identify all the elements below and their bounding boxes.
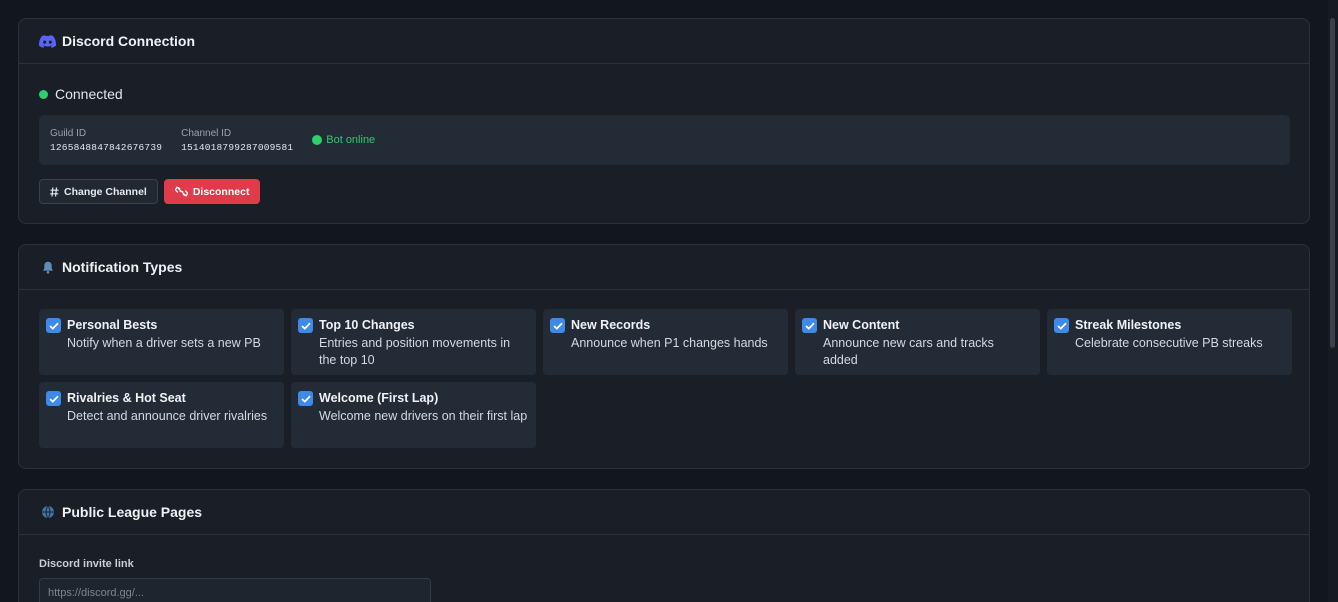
notification-type-text: Top 10 Changes Entries and position movem… bbox=[319, 317, 528, 369]
notification-type-description: Entries and position movements in the to… bbox=[319, 336, 511, 367]
notification-type-item[interactable]: Top 10 Changes Entries and position movem… bbox=[291, 309, 536, 375]
notification-type-title: New Content bbox=[823, 318, 900, 332]
settings-page: Discord Connection Connected Guild ID 12… bbox=[0, 0, 1338, 602]
notification-type-text: Rivalries & Hot Seat Detect and announce … bbox=[67, 390, 267, 425]
notification-type-text: Personal Bests Notify when a driver sets … bbox=[67, 317, 261, 352]
notification-types-title: Notification Types bbox=[62, 259, 183, 275]
disconnect-button[interactable]: Disconnect bbox=[163, 179, 261, 204]
notification-types-grid: Personal Bests Notify when a driver sets … bbox=[39, 309, 1292, 448]
notification-type-text: Streak Milestones Celebrate consecutive P… bbox=[1075, 317, 1263, 352]
status-dot-icon bbox=[39, 89, 48, 99]
discord-connection-title: Discord Connection bbox=[62, 33, 196, 49]
bot-online-dot-icon bbox=[312, 135, 323, 145]
public-league-pages-card: Public League Pages Discord invite link bbox=[18, 489, 1310, 602]
notification-type-item[interactable]: Streak Milestones Celebrate consecutive P… bbox=[1047, 309, 1292, 375]
notification-type-description: Announce new cars and tracks added bbox=[823, 336, 994, 367]
notification-type-title: Personal Bests bbox=[67, 318, 158, 332]
notification-type-title: Rivalries & Hot Seat bbox=[67, 391, 186, 405]
channel-info: Channel ID 1514018799287009581 bbox=[181, 128, 293, 153]
notification-type-description: Notify when a driver sets a new PB bbox=[67, 336, 261, 350]
notification-type-title: New Records bbox=[571, 318, 651, 332]
notification-type-item[interactable]: Rivalries & Hot Seat Detect and announce … bbox=[39, 382, 284, 448]
notification-type-title: Streak Milestones bbox=[1075, 318, 1182, 332]
page-scrollbar-thumb[interactable] bbox=[1330, 18, 1335, 348]
guild-id-value: 1265848847842676739 bbox=[50, 141, 163, 153]
guild-id-label: Guild ID bbox=[50, 127, 87, 139]
public-league-pages-header: Public League Pages bbox=[19, 490, 1309, 535]
notification-type-item[interactable]: New Content Announce new cars and tracks … bbox=[795, 309, 1040, 375]
change-channel-label: Change Channel bbox=[64, 185, 147, 198]
checkbox-checked-icon[interactable] bbox=[802, 318, 817, 333]
disconnect-label: Disconnect bbox=[192, 185, 250, 198]
notification-type-title: Top 10 Changes bbox=[319, 318, 415, 332]
page-scrollbar[interactable] bbox=[1328, 0, 1338, 602]
notification-type-item[interactable]: Personal Bests Notify when a driver sets … bbox=[39, 309, 284, 375]
channel-id-label: Channel ID bbox=[181, 127, 232, 139]
connection-status: Connected bbox=[39, 86, 1289, 102]
discord-actions: Change Channel Disconnect bbox=[39, 179, 1289, 204]
notification-types-header: Notification Types bbox=[19, 245, 1309, 290]
bot-status-label: Bot online bbox=[326, 134, 376, 146]
channel-id-value: 1514018799287009581 bbox=[181, 141, 294, 153]
notification-type-title: Welcome (First Lap) bbox=[319, 391, 439, 405]
bell-icon bbox=[39, 259, 56, 276]
discord-icon bbox=[39, 33, 56, 50]
notification-types-card: Notification Types Personal Bests Notify … bbox=[18, 244, 1310, 469]
bot-status: Bot online bbox=[312, 134, 375, 146]
notification-type-item[interactable]: New Records Announce when P1 changes hand… bbox=[543, 309, 788, 375]
notification-type-text: Welcome (First Lap) Welcome new drivers o… bbox=[319, 390, 527, 425]
checkbox-checked-icon[interactable] bbox=[1054, 318, 1069, 333]
discord-invite-label: Discord invite link bbox=[39, 558, 134, 570]
checkbox-checked-icon[interactable] bbox=[298, 391, 313, 406]
connection-info-box: Guild ID 1265848847842676739 Channel ID … bbox=[39, 115, 1290, 165]
notification-type-item[interactable]: Welcome (First Lap) Welcome new drivers o… bbox=[291, 382, 536, 448]
hash-icon bbox=[50, 186, 59, 197]
notification-type-description: Welcome new drivers on their first lap bbox=[319, 409, 528, 423]
notification-type-text: New Content Announce new cars and tracks … bbox=[823, 317, 1032, 369]
globe-icon bbox=[39, 504, 56, 521]
discord-connection-header: Discord Connection bbox=[19, 19, 1309, 64]
checkbox-checked-icon[interactable] bbox=[46, 391, 61, 406]
public-league-pages-title: Public League Pages bbox=[62, 504, 203, 520]
notification-type-text: New Records Announce when P1 changes hand… bbox=[571, 317, 768, 352]
notification-type-description: Announce when P1 changes hands bbox=[571, 336, 768, 350]
checkbox-checked-icon[interactable] bbox=[550, 318, 565, 333]
guild-info: Guild ID 1265848847842676739 bbox=[50, 128, 162, 153]
discord-connection-card: Discord Connection Connected Guild ID 12… bbox=[18, 18, 1310, 224]
change-channel-button[interactable]: Change Channel bbox=[39, 179, 158, 204]
notification-type-description: Detect and announce driver rivalries bbox=[67, 409, 268, 423]
connection-status-label: Connected bbox=[55, 86, 123, 102]
discord-invite-input[interactable] bbox=[39, 578, 431, 602]
checkbox-checked-icon[interactable] bbox=[298, 318, 313, 333]
unlink-icon bbox=[174, 186, 188, 197]
checkbox-checked-icon[interactable] bbox=[46, 318, 61, 333]
notification-type-description: Celebrate consecutive PB streaks bbox=[1075, 336, 1263, 350]
